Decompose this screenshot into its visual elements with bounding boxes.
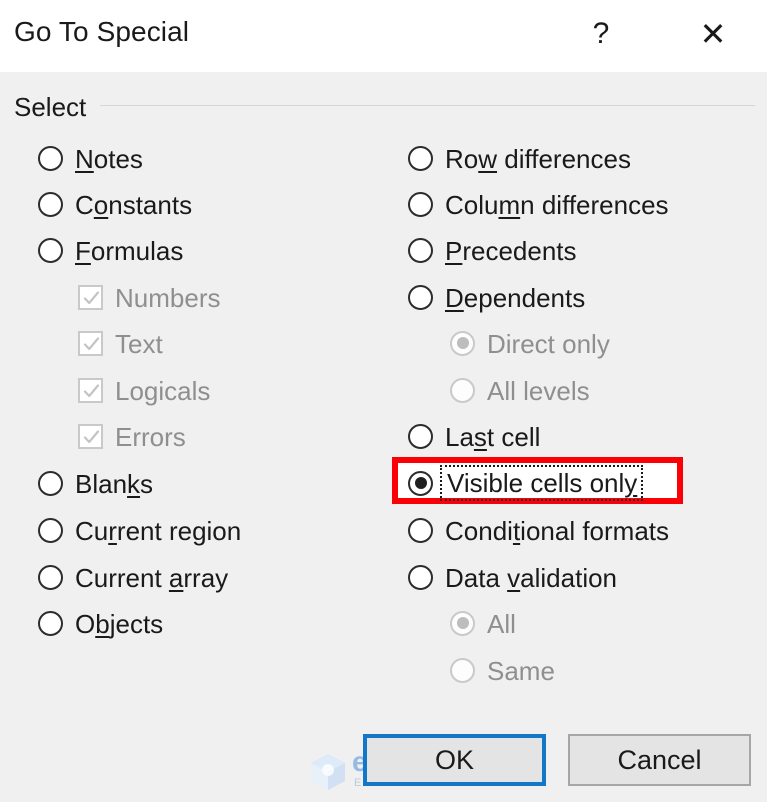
radio-last-cell[interactable]: Last cell (408, 417, 540, 455)
radio-indicator-constants[interactable] (38, 191, 63, 217)
cancel-button[interactable]: Cancel (568, 734, 751, 786)
option-label-all: All (487, 609, 516, 639)
select-group-separator (100, 105, 755, 106)
radio-indicator-visible-cells-only[interactable] (408, 470, 433, 496)
option-label-text: Text (115, 329, 163, 359)
checkbox-text: Text (78, 324, 163, 362)
radio-indicator-direct-only (450, 330, 475, 356)
radio-same: Same (450, 651, 555, 689)
radio-column-differences[interactable]: Column differences (408, 185, 669, 223)
radio-indicator-blanks[interactable] (38, 470, 63, 496)
option-label-formulas: Formulas (75, 236, 184, 266)
radio-indicator-row-differences[interactable] (408, 145, 433, 171)
option-label-current-array: Current array (75, 563, 229, 593)
option-label-errors: Errors (115, 422, 186, 452)
option-label-objects: Objects (75, 609, 164, 639)
checkbox-logicals: Logicals (78, 371, 210, 409)
radio-indicator-conditional-formats[interactable] (408, 517, 433, 543)
option-label-precedents: Precedents (445, 236, 577, 266)
help-button[interactable]: ? (573, 8, 629, 60)
radio-indicator-last-cell[interactable] (408, 423, 433, 449)
checkbox-indicator-numbers (78, 284, 103, 310)
radio-indicator-notes[interactable] (38, 145, 63, 171)
close-button[interactable]: ✕ (685, 8, 741, 60)
radio-precedents[interactable]: Precedents (408, 231, 577, 269)
option-label-blanks: Blanks (75, 469, 154, 499)
radio-indicator-formulas[interactable] (38, 237, 63, 263)
radio-notes[interactable]: Notes (38, 139, 143, 177)
select-group-label: Select (14, 92, 97, 123)
option-label-direct-only: Direct only (487, 329, 610, 359)
option-label-notes: Notes (75, 144, 143, 174)
radio-objects[interactable]: Objects (38, 604, 163, 642)
option-label-all-levels: All levels (487, 376, 590, 406)
radio-indicator-dependents[interactable] (408, 284, 433, 310)
radio-direct-only: Direct only (450, 324, 610, 362)
option-label-visible-cells-only: Visible cells only (447, 468, 638, 498)
question-mark-icon: ? (592, 17, 610, 50)
radio-indicator-all-levels (450, 377, 475, 403)
dialog-titlebar: Go To Special ? ✕ (0, 0, 767, 72)
option-label-logicals: Logicals (115, 376, 211, 406)
option-label-current-region: Current region (75, 516, 242, 546)
checkbox-numbers: Numbers (78, 278, 220, 316)
radio-dependents[interactable]: Dependents (408, 278, 585, 316)
radio-indicator-objects[interactable] (38, 610, 63, 636)
radio-indicator-data-validation[interactable] (408, 564, 433, 590)
option-label-constants: Constants (75, 190, 193, 220)
radio-indicator-column-differences[interactable] (408, 191, 433, 217)
radio-constants[interactable]: Constants (38, 185, 192, 223)
radio-visible-cells-only[interactable]: Visible cells only (408, 464, 644, 502)
radio-indicator-all (450, 610, 475, 636)
focus-ring-visible-cells-only: Visible cells only (440, 465, 644, 501)
radio-indicator-current-region[interactable] (38, 517, 63, 543)
radio-row-differences[interactable]: Row differences (408, 139, 631, 177)
option-label-conditional-formats: Conditional formats (445, 516, 670, 546)
radio-blanks[interactable]: Blanks (38, 464, 153, 502)
option-label-column-differences: Column differences (445, 190, 669, 220)
checkbox-indicator-logicals (78, 377, 103, 403)
radio-current-array[interactable]: Current array (38, 558, 228, 596)
option-label-row-differences: Row differences (445, 144, 631, 174)
checkbox-indicator-errors (78, 423, 103, 449)
option-label-numbers: Numbers (115, 283, 221, 313)
radio-indicator-same (450, 657, 475, 683)
radio-data-validation[interactable]: Data validation (408, 558, 617, 596)
radio-formulas[interactable]: Formulas (38, 231, 183, 269)
dialog-title: Go To Special (14, 16, 190, 47)
radio-all-levels: All levels (450, 371, 590, 409)
checkbox-errors: Errors (78, 417, 186, 455)
option-label-same: Same (487, 656, 555, 686)
close-icon: ✕ (699, 16, 727, 52)
radio-indicator-current-array[interactable] (38, 564, 63, 590)
radio-conditional-formats[interactable]: Conditional formats (408, 511, 669, 549)
option-label-dependents: Dependents (445, 283, 586, 313)
checkbox-indicator-text (78, 330, 103, 356)
radio-current-region[interactable]: Current region (38, 511, 241, 549)
option-label-last-cell: Last cell (445, 422, 541, 452)
ok-button[interactable]: OK (363, 734, 546, 786)
go-to-special-dialog: Go To Special ? ✕ Select Notes Constants F… (0, 0, 767, 802)
radio-all: All (450, 604, 516, 642)
option-label-data-validation: Data validation (445, 563, 618, 593)
radio-indicator-precedents[interactable] (408, 237, 433, 263)
